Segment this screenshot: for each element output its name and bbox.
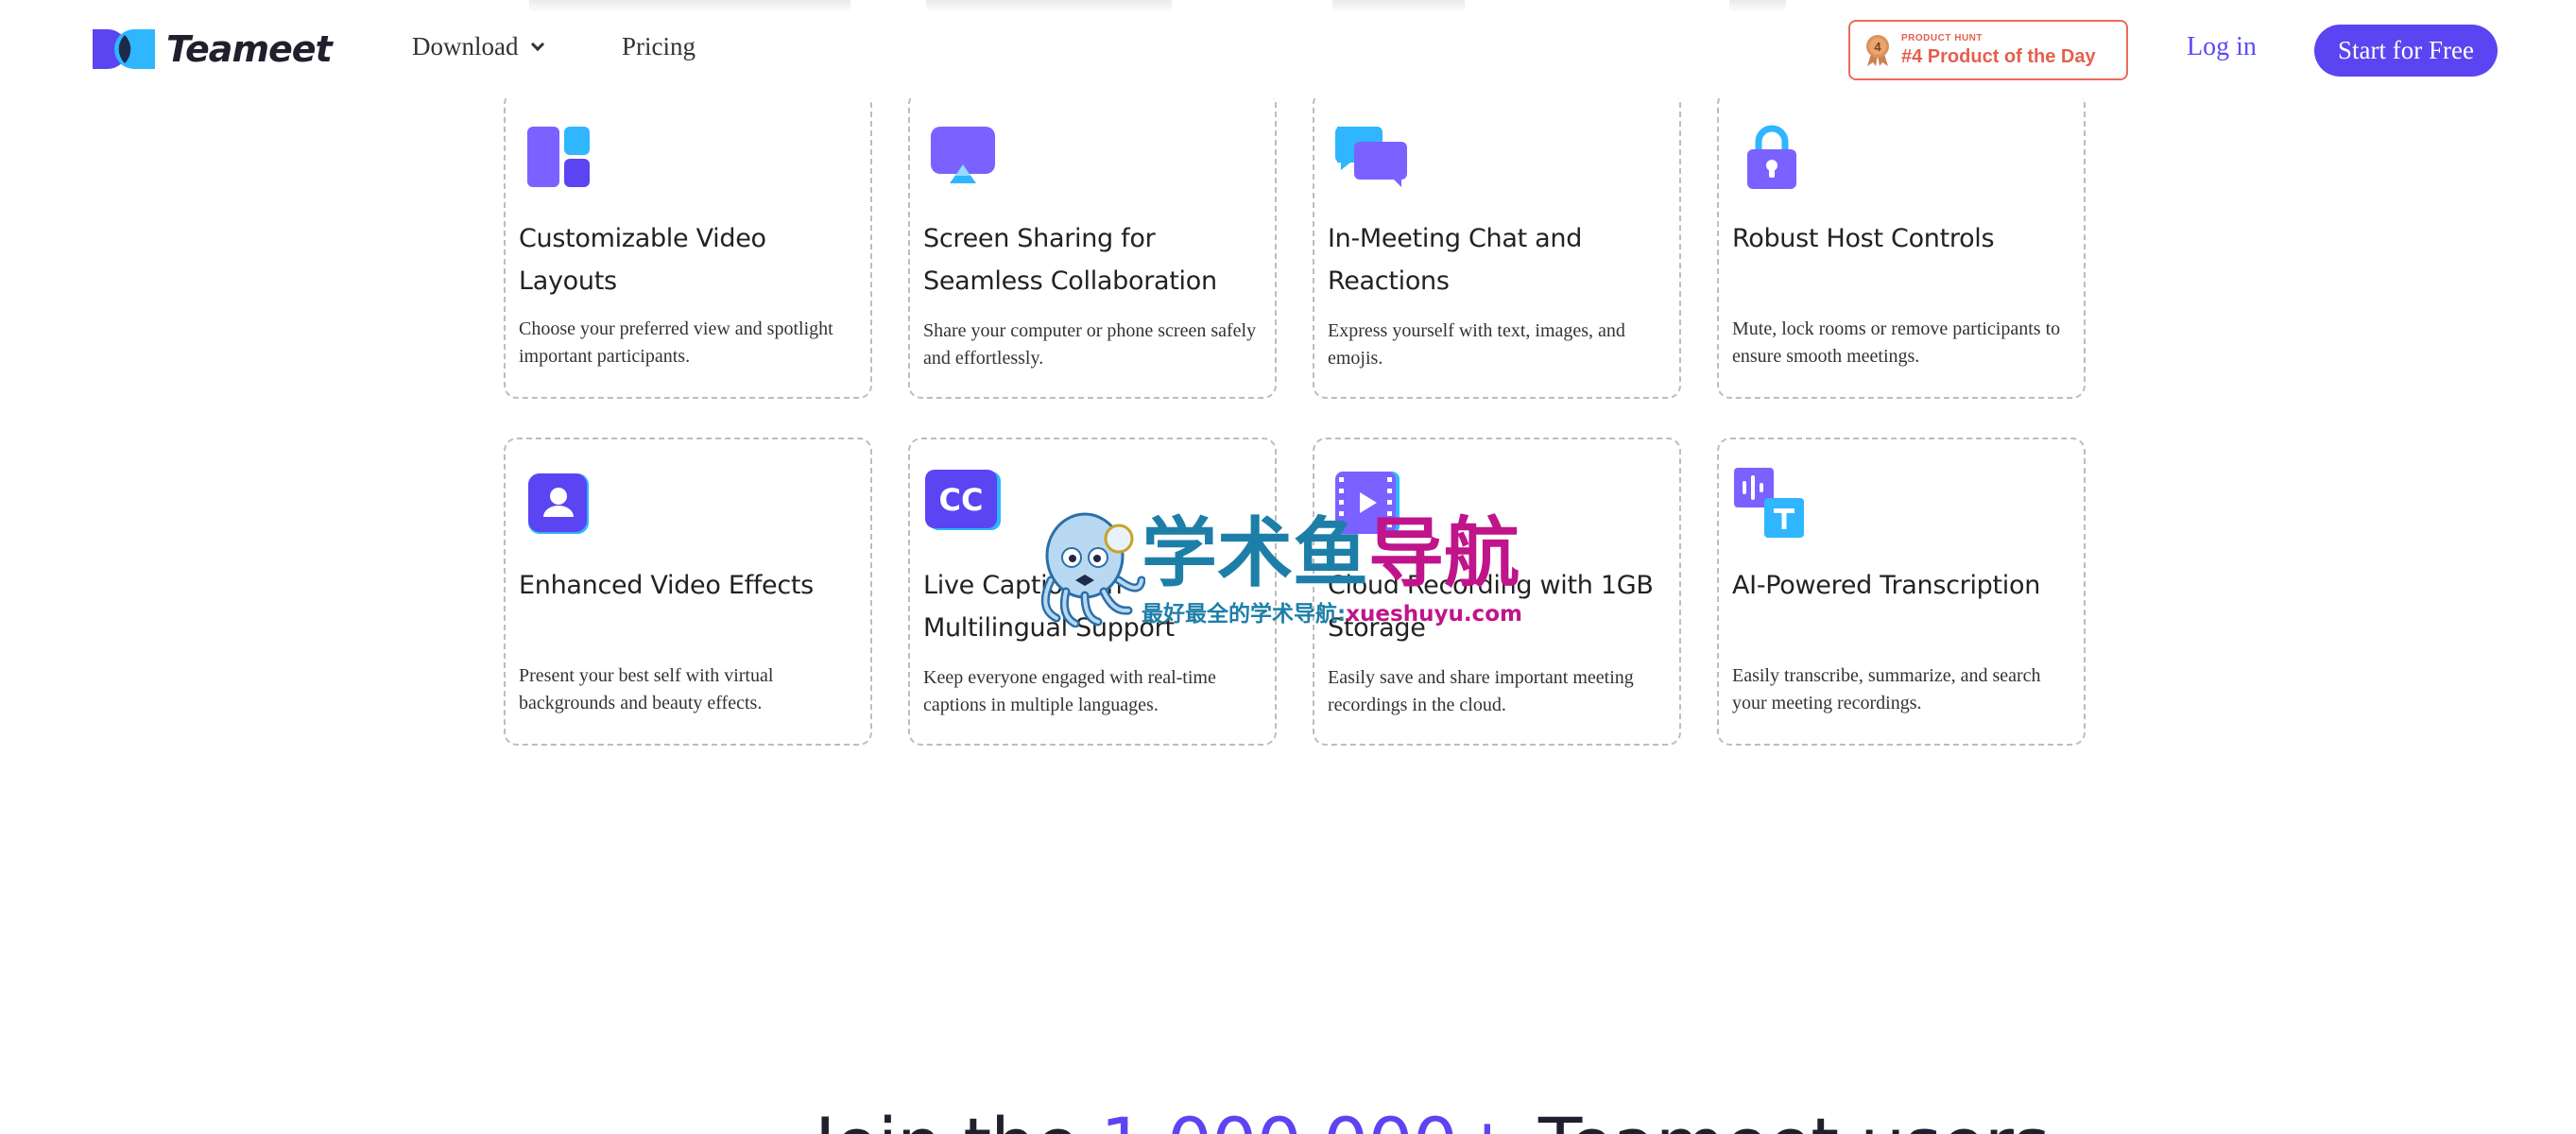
feature-card-chat: In-Meeting Chat and Reactions Express yo…: [1313, 91, 1681, 399]
cc-icon: CC: [925, 470, 1001, 530]
medal-icon: 4: [1863, 33, 1892, 67]
feature-description: Express yourself with text, images, and …: [1328, 320, 1625, 369]
start-free-button[interactable]: Start for Free: [2314, 25, 2498, 77]
feature-title: Live Captions in Multilingual Support: [923, 571, 1175, 643]
user-count: 1,000,000+: [1100, 1102, 1517, 1134]
feature-title: Cloud Recording with 1GB Storage: [1328, 571, 1654, 643]
feature-description: Present your best self with virtual back…: [519, 665, 774, 713]
feature-card-layouts: Customizable Video Layouts Choose your p…: [504, 91, 872, 399]
feature-card-cloud-recording: Cloud Recording with 1GB Storage Easily …: [1313, 438, 1681, 746]
nav-download-label: Download: [412, 32, 519, 60]
feature-title: AI-Powered Transcription: [1732, 571, 2041, 600]
feature-title: Enhanced Video Effects: [519, 571, 814, 600]
portrait-icon: [528, 473, 589, 534]
scrolled-text-remnant: [926, 0, 1172, 13]
join-heading-prefix: Join the: [815, 1102, 1100, 1134]
teameet-logo-icon: [93, 29, 155, 69]
nav-download[interactable]: Download: [412, 32, 545, 61]
svg-text:CC: CC: [939, 482, 984, 518]
chat-icon: [1335, 127, 1407, 187]
product-hunt-rank: #4 Product of the Day: [1901, 45, 2096, 67]
chevron-down-icon: [531, 37, 545, 51]
medal-number: 4: [1874, 40, 1881, 54]
feature-description: Easily save and share important meeting …: [1328, 667, 1634, 715]
feature-card-screen-sharing: Screen Sharing for Seamless Collaboratio…: [908, 91, 1277, 399]
top-navbar: Teameet Download Pricing 4 PRODUCT HUNT …: [0, 0, 2576, 98]
feature-description: Share your computer or phone screen safe…: [923, 320, 1257, 369]
feature-card-transcription: AI-Powered Transcription Easily transcri…: [1717, 438, 2086, 746]
feature-title: Robust Host Controls: [1732, 224, 1995, 253]
lock-icon: [1747, 125, 1796, 189]
feature-title: Customizable Video Layouts: [519, 224, 766, 296]
product-hunt-badge[interactable]: 4 PRODUCT HUNT #4 Product of the Day: [1848, 20, 2128, 80]
scrolled-text-remnant: [1332, 0, 1465, 13]
teameet-logo[interactable]: Teameet: [93, 28, 333, 70]
scrolled-text-remnant: [1729, 0, 1786, 13]
scrolled-text-remnant: [529, 0, 850, 13]
feature-card-live-captions: CC Live Captions in Multilingual Support…: [908, 438, 1277, 746]
join-users-heading: Join the 1,000,000+ Teameet users: [815, 1102, 2051, 1134]
feature-description: Keep everyone engaged with real-time cap…: [923, 667, 1216, 715]
screen-share-icon: [931, 127, 995, 183]
feature-description: Choose your preferred view and spotlight…: [519, 318, 833, 367]
feature-description: Easily transcribe, summarize, and search…: [1732, 665, 2041, 713]
feature-description: Mute, lock rooms or remove participants …: [1732, 318, 2061, 367]
join-heading-suffix: Teameet users: [1517, 1102, 2051, 1134]
feature-title: Screen Sharing for Seamless Collaboratio…: [923, 224, 1217, 296]
nav-pricing-label: Pricing: [622, 32, 696, 60]
feature-card-host-controls: Robust Host Controls Mute, lock rooms or…: [1717, 91, 2086, 399]
transcription-icon: [1734, 468, 1804, 538]
feature-card-video-effects: Enhanced Video Effects Present your best…: [504, 438, 872, 746]
nav-pricing[interactable]: Pricing: [622, 32, 696, 61]
brand-name: Teameet: [166, 28, 333, 70]
product-hunt-label: PRODUCT HUNT: [1901, 32, 1983, 43]
video-play-icon: [1335, 472, 1400, 534]
layout-icon: [527, 127, 590, 187]
login-link[interactable]: Log in: [2187, 32, 2257, 62]
feature-title: In-Meeting Chat and Reactions: [1328, 224, 1583, 296]
